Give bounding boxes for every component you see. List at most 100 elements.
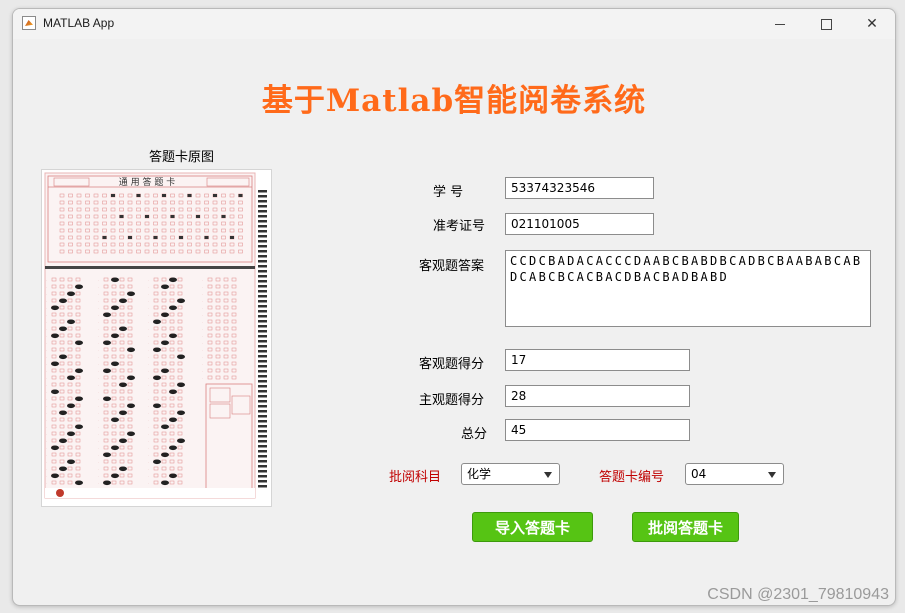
svg-text:·: · [148, 320, 149, 324]
grade-card-button[interactable]: 批阅答题卡 [632, 512, 739, 542]
csdn-watermark: CSDN @2301_79810943 [707, 586, 889, 603]
svg-text:·: · [148, 348, 149, 352]
svg-text:·: · [98, 278, 99, 282]
svg-text:·: · [98, 369, 99, 373]
svg-text:·: · [202, 327, 203, 331]
svg-text:·: · [202, 313, 203, 317]
svg-text:·: · [98, 411, 99, 415]
svg-text:·: · [46, 355, 47, 359]
exam-number-field[interactable]: 021101005 [505, 213, 654, 235]
svg-text:·: · [46, 467, 47, 471]
subjective-score-label: 主观题得分 [419, 393, 485, 408]
svg-text:·: · [98, 453, 99, 457]
svg-text:·: · [148, 334, 149, 338]
objective-score-label: 客观题得分 [419, 357, 485, 372]
svg-text:·: · [46, 481, 47, 485]
svg-text:·: · [202, 362, 203, 366]
svg-text:·: · [98, 376, 99, 380]
svg-text:·: · [148, 327, 149, 331]
svg-text:·: · [148, 418, 149, 422]
close-button[interactable]: ✕ [849, 9, 895, 39]
svg-text:·: · [98, 313, 99, 317]
svg-text:·: · [46, 362, 47, 366]
chevron-down-icon [768, 472, 776, 478]
svg-text:·: · [202, 320, 203, 324]
subject-dropdown[interactable]: 化学 [461, 463, 560, 485]
import-card-button[interactable]: 导入答题卡 [472, 512, 593, 542]
svg-text:·: · [98, 292, 99, 296]
svg-text:·: · [148, 460, 149, 464]
svg-text:·: · [202, 369, 203, 373]
svg-text:·: · [46, 278, 47, 282]
svg-text:·: · [98, 320, 99, 324]
svg-text:·: · [148, 439, 149, 443]
svg-text:·: · [98, 425, 99, 429]
svg-text:·: · [202, 341, 203, 345]
svg-text:·: · [98, 334, 99, 338]
svg-text:·: · [148, 390, 149, 394]
svg-text:·: · [148, 425, 149, 429]
maximize-button[interactable] [803, 9, 849, 39]
svg-text:·: · [98, 306, 99, 310]
svg-text:·: · [98, 299, 99, 303]
subjective-score-field[interactable]: 28 [505, 385, 690, 407]
svg-text:·: · [46, 376, 47, 380]
svg-text:·: · [202, 278, 203, 282]
svg-text:·: · [98, 418, 99, 422]
svg-text:·: · [148, 362, 149, 366]
svg-text:·: · [148, 341, 149, 345]
svg-text:·: · [98, 285, 99, 289]
svg-text:·: · [202, 299, 203, 303]
image-caption: 答题卡原图 [149, 150, 215, 165]
svg-text:·: · [148, 397, 149, 401]
maximize-icon [820, 18, 832, 30]
svg-text:·: · [98, 362, 99, 366]
svg-text:·: · [202, 376, 203, 380]
minimize-button[interactable] [757, 9, 803, 39]
svg-text:·: · [98, 481, 99, 485]
svg-text:·: · [46, 390, 47, 394]
svg-text:·: · [202, 306, 203, 310]
window-title: MATLAB App [43, 16, 115, 30]
svg-text:·: · [98, 467, 99, 471]
svg-text:·: · [46, 313, 47, 317]
svg-text:·: · [98, 474, 99, 478]
total-score-field[interactable]: 45 [505, 419, 690, 441]
svg-text:·: · [46, 453, 47, 457]
svg-text:·: · [98, 390, 99, 394]
answer-sheet-image: 通 用 答 题 卡 · · · · · · · · · · · · · · · · · · · · · · · · · · · · · ·… [41, 169, 272, 507]
student-id-field[interactable]: 53374323546 [505, 177, 654, 199]
svg-text:·: · [148, 383, 149, 387]
svg-text:·: · [202, 355, 203, 359]
svg-text:·: · [46, 432, 47, 436]
svg-text:·: · [46, 348, 47, 352]
svg-text:·: · [98, 460, 99, 464]
svg-text:·: · [46, 341, 47, 345]
close-icon: ✕ [866, 16, 878, 32]
svg-text:·: · [98, 383, 99, 387]
card-number-value: 04 [691, 467, 707, 481]
svg-text:·: · [98, 432, 99, 436]
chevron-down-icon [544, 472, 552, 478]
card-number-dropdown[interactable]: 04 [685, 463, 784, 485]
objective-answers-field[interactable]: CCDCBADACACCCDAABCBABDBCADBCBAABABCABDCA… [505, 250, 871, 327]
student-id-label: 学 号 [433, 185, 464, 200]
svg-text:·: · [98, 327, 99, 331]
svg-text:·: · [46, 397, 47, 401]
svg-text:·: · [148, 292, 149, 296]
svg-text:·: · [46, 320, 47, 324]
matlab-icon [22, 16, 36, 30]
svg-text:·: · [46, 285, 47, 289]
svg-text:·: · [98, 341, 99, 345]
svg-text:·: · [148, 446, 149, 450]
title-bar: MATLAB App ✕ [13, 9, 895, 39]
objective-score-field[interactable]: 17 [505, 349, 690, 371]
svg-text:·: · [202, 348, 203, 352]
svg-text:·: · [46, 369, 47, 373]
exam-number-label: 准考证号 [433, 219, 486, 234]
answer-sheet-drawing: 通 用 答 题 卡 · · · · · · · · · · · · · · · · · · · · · · · · · · · · · ·… [44, 172, 267, 499]
svg-text:·: · [148, 299, 149, 303]
svg-text:·: · [98, 404, 99, 408]
svg-text:·: · [148, 432, 149, 436]
svg-text:·: · [46, 299, 47, 303]
